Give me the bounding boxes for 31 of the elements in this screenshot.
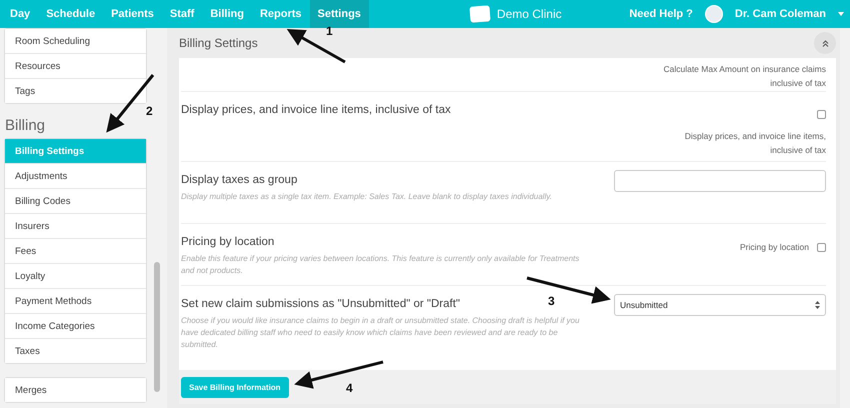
clinic-name: Demo Clinic (496, 7, 562, 21)
annotation-number: 3 (548, 294, 555, 308)
checkbox[interactable] (817, 110, 826, 119)
double-chevron-icon (822, 40, 828, 46)
setting-title: Display prices, and invoice line items, inclusive of tax (181, 104, 451, 116)
scrollbar[interactable] (154, 262, 160, 392)
checkbox[interactable] (817, 242, 826, 252)
setting-description: Display multiple taxes as a single tax item. Example: Sales Tax. Leave blank to display taxes individually. (181, 191, 553, 203)
setting-note: Calculate Max Amount on insurance claims inclusive of tax (662, 63, 826, 90)
annotation-arrow (106, 74, 154, 133)
section-title: Billing (5, 117, 46, 134)
sort-icon (815, 301, 820, 309)
logo-icon (468, 5, 491, 23)
collapse-button[interactable] (814, 32, 836, 54)
annotation-number: 4 (346, 381, 353, 395)
setting-title: Pricing by location (181, 236, 274, 248)
annotation-number: 2 (146, 104, 153, 118)
select-field[interactable]: Unsubmitted (614, 294, 826, 316)
checkbox-label: Display prices, and invoice line items, inclusive of tax (684, 130, 826, 157)
panel-title: Billing Settings (179, 36, 258, 50)
input-field[interactable] (614, 170, 826, 192)
setting-title: Set new claim submissions as "Unsubmitted" or "Draft" (181, 298, 460, 310)
sidebar-item[interactable]: Tags (5, 78, 146, 103)
sidebar-item[interactable]: Taxes (5, 338, 146, 363)
sidebar-item[interactable]: Merges (5, 378, 146, 402)
setting-description: Choose if you would like insurance claims to begin in a draft or unsubmitted state. Choosing draft is helpful if you have dedicated billing staff who need to easily know which claims have been reviewed and are ready to be submitted. (181, 315, 580, 351)
checkbox-label: Pricing by location (740, 241, 809, 254)
avatar (704, 5, 723, 23)
caret-icon (838, 12, 844, 16)
setting-title: Display taxes as group (181, 174, 298, 186)
setting-description: Enable this feature if your pricing varies between locations. This feature is currently only available for Treatments and not products. (181, 253, 580, 277)
